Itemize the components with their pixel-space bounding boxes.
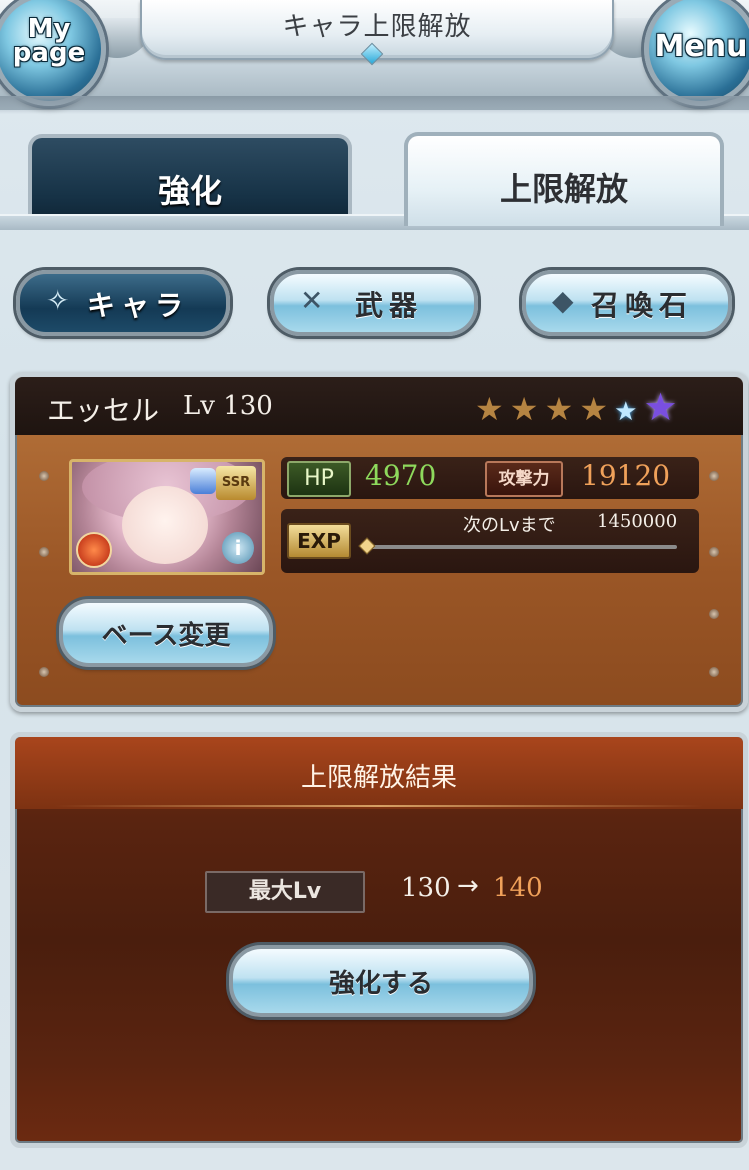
top-header: キャラ上限解放 My page Menu <box>0 0 749 110</box>
result-title: 上限解放結果 <box>300 763 457 793</box>
purple-star-icon: ★ <box>643 385 678 429</box>
tab-limit-break-label: 上限解放 <box>499 170 628 208</box>
tab-enhance[interactable]: 強化 <box>28 134 352 222</box>
menu-button[interactable]: Menu <box>644 0 749 106</box>
info-icon[interactable]: i <box>222 532 254 564</box>
blue-star-icon: ★ <box>614 397 638 427</box>
rivet <box>39 471 49 481</box>
mypage-button[interactable]: My page <box>0 0 106 106</box>
page-title: キャラ上限解放 <box>282 12 472 42</box>
tab-enhance-label: 強化 <box>157 172 222 210</box>
rivet <box>39 667 49 677</box>
enhance-label: 強化する <box>328 969 433 999</box>
tab-limit-break[interactable]: 上限解放 <box>404 132 724 226</box>
ssr-badge: SSR <box>216 466 256 500</box>
character-name: エッセル <box>47 394 160 427</box>
star-rating: ★ ★ ★ ★ ★ ★ <box>475 385 679 429</box>
mypage-label: My page <box>12 14 86 68</box>
next-level-label: 次のLvまで <box>463 515 556 536</box>
header-shadow <box>0 96 749 114</box>
rivet <box>709 471 719 481</box>
attack-value: 19120 <box>581 459 671 492</box>
attack-label: 攻撃力 <box>485 461 563 497</box>
category-summon-button[interactable]: ◆ 召喚石 <box>522 270 732 336</box>
star-icon: ★ <box>579 390 609 428</box>
stats-box: HP 4970 攻撃力 19120 <box>281 457 699 499</box>
rivet <box>709 609 719 619</box>
max-level-from: 130 <box>401 873 451 903</box>
category-character-button[interactable]: ✧ キャラ <box>16 270 230 336</box>
menu-label: Menu <box>654 29 748 64</box>
rivet <box>39 547 49 557</box>
star-icon: ★ <box>544 390 574 428</box>
limit-break-result-panel: 上限解放結果 最大Lv 130 → 140 強化する <box>10 732 748 1148</box>
star-icon: ★ <box>475 390 504 428</box>
result-header: 上限解放結果 <box>15 737 743 809</box>
arrow-icon: → <box>457 871 479 901</box>
next-level-value: 1450000 <box>597 511 678 532</box>
rivet <box>709 667 719 677</box>
fire-element-icon <box>76 532 112 568</box>
exp-box: EXP 次のLvまで 1450000 <box>281 509 699 573</box>
exp-gem-icon <box>358 537 376 555</box>
category-weapon-button[interactable]: ✕ 武器 <box>270 270 478 336</box>
character-level: Lv 130 <box>183 391 273 421</box>
ring-icon <box>190 468 216 494</box>
max-level-label: 最大Lv <box>205 871 365 913</box>
rivet <box>709 547 719 557</box>
category-weapon-label: 武器 <box>354 289 423 322</box>
hp-value: 4970 <box>365 459 437 492</box>
exp-label: EXP <box>287 523 351 559</box>
category-character-label: キャラ <box>86 289 189 322</box>
enhance-button[interactable]: 強化する <box>229 945 533 1017</box>
hp-label: HP <box>287 461 351 497</box>
header-divider <box>55 805 703 807</box>
star-icon: ★ <box>509 390 539 428</box>
character-portrait[interactable]: SSR i <box>69 459 265 575</box>
base-change-label: ベース変更 <box>101 621 231 651</box>
portrait-face <box>122 486 208 564</box>
max-level-to: 140 <box>493 873 543 903</box>
character-panel: エッセル Lv 130 ★ ★ ★ ★ ★ ★ SSR i HP 4970 攻撃… <box>10 372 748 712</box>
base-change-button[interactable]: ベース変更 <box>59 599 273 667</box>
exp-bar <box>367 545 677 549</box>
character-header: エッセル Lv 130 ★ ★ ★ ★ ★ ★ <box>15 377 743 435</box>
category-summon-label: 召喚石 <box>590 289 693 322</box>
